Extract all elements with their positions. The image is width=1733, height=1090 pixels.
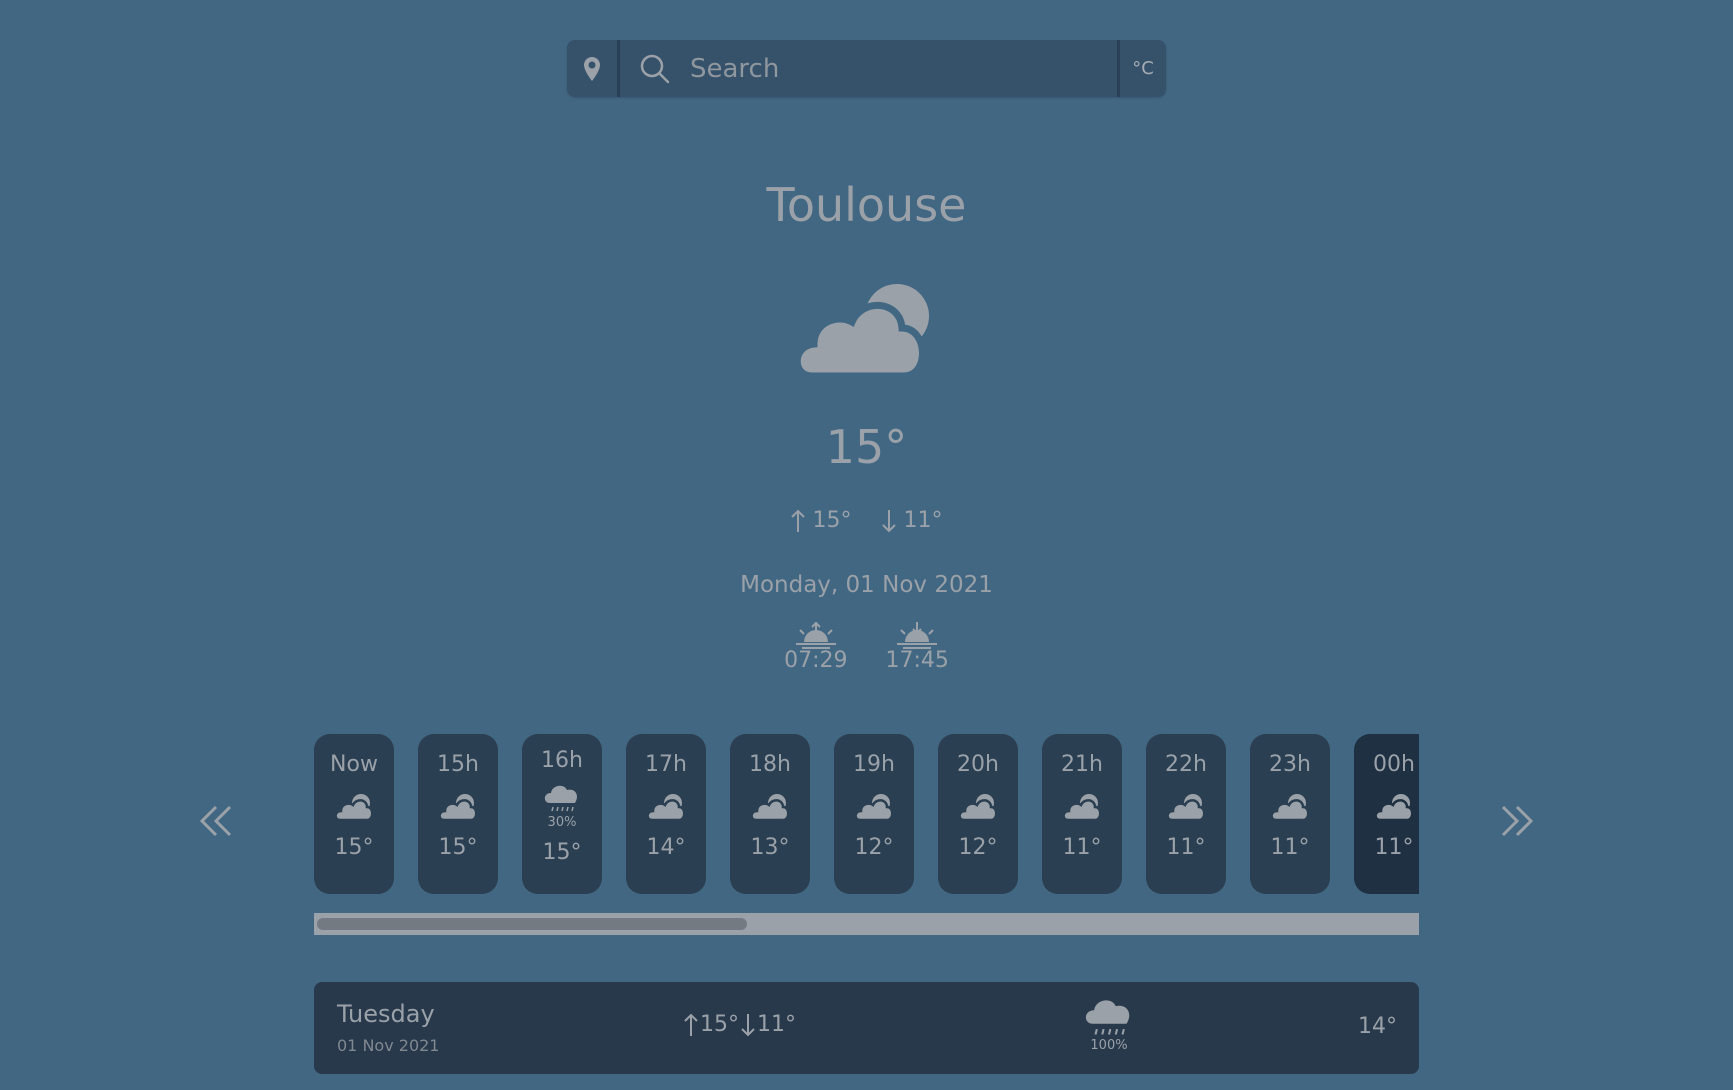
hour-time: 00h: [1373, 752, 1415, 777]
hour-time: 15h: [437, 752, 479, 777]
hour-temp: 15°: [542, 840, 582, 865]
location-pin-icon: [584, 56, 600, 81]
cloudy-icon: [854, 794, 894, 821]
current-date: Monday, 01 Nov 2021: [740, 572, 993, 598]
search-input[interactable]: [688, 52, 1117, 85]
cloudy-icon: [1270, 794, 1310, 821]
high-low: 15° 11°: [0, 508, 1733, 533]
cloudy-icon: [334, 794, 374, 821]
hour-temp: 12°: [958, 835, 998, 860]
hour-time: 16h: [541, 748, 583, 773]
hour-temp: 13°: [750, 835, 790, 860]
hour-temp: 11°: [1062, 835, 1102, 860]
hour-card[interactable]: 20h 12°: [938, 734, 1018, 894]
hour-precip: 30%: [547, 815, 577, 830]
hour-time: 22h: [1165, 752, 1207, 777]
cloudy-icon: [958, 794, 998, 821]
scrollbar-thumb[interactable]: [317, 918, 747, 930]
hour-time: 23h: [1269, 752, 1311, 777]
cloudy-icon: [646, 794, 686, 821]
hour-card[interactable]: 23h 11°: [1250, 734, 1330, 894]
location-button[interactable]: [567, 40, 620, 97]
hour-time: 18h: [749, 752, 791, 777]
cloudy-icon: [750, 794, 790, 821]
cloudy-icon: [1166, 794, 1206, 821]
arrow-up-icon: [790, 509, 805, 532]
hour-card[interactable]: 22h 11°: [1146, 734, 1226, 894]
sunrise-time: 07:29: [784, 648, 848, 673]
arrow-up-icon: [684, 1013, 698, 1036]
rain-icon: [1085, 1000, 1130, 1035]
hour-card[interactable]: 00h 11°: [1354, 734, 1419, 894]
hour-card[interactable]: 18h 13°: [730, 734, 810, 894]
hour-time: 19h: [853, 752, 895, 777]
sunset-icon: [897, 622, 938, 649]
hour-temp: 11°: [1374, 835, 1414, 860]
day-weather: 100%: [1082, 994, 1136, 1053]
day-name: Tuesday: [337, 1000, 435, 1028]
day-precip: 100%: [1090, 1038, 1128, 1053]
hour-card[interactable]: 17h 14°: [626, 734, 706, 894]
hour-time: 17h: [645, 752, 687, 777]
hour-card[interactable]: Now 15°: [314, 734, 394, 894]
unit-toggle-button[interactable]: °C: [1117, 40, 1166, 97]
day-temp: 14°: [1358, 1014, 1397, 1039]
hour-card[interactable]: 19h 12°: [834, 734, 914, 894]
rain-icon: [544, 785, 578, 812]
hourly-forecast: Now 15° 15h 15° 16h 30% 15° 17h 14° 18h …: [314, 734, 1419, 896]
hourly-scrollbar[interactable]: [314, 913, 1419, 935]
sunrise: 07:29: [784, 620, 848, 673]
cloudy-icon: [1062, 794, 1102, 821]
hour-card[interactable]: 15h 15°: [418, 734, 498, 894]
hour-temp: 11°: [1166, 835, 1206, 860]
daily-forecast-row[interactable]: Tuesday 01 Nov 2021 15° 11° 100% 14°: [314, 982, 1419, 1074]
sunset: 17:45: [886, 620, 949, 673]
scroll-right-button[interactable]: [1497, 804, 1537, 838]
hour-time: Now: [330, 752, 378, 777]
high-temp: 15°: [790, 508, 852, 533]
cloudy-icon: [438, 794, 478, 821]
arrow-down-icon: [741, 1013, 755, 1036]
hour-temp: 15°: [334, 835, 374, 860]
arrow-down-icon: [881, 509, 896, 532]
sun-times: 07:29 17:45: [0, 620, 1733, 673]
cloudy-icon: [1374, 794, 1414, 821]
high-temp-value: 15°: [812, 508, 852, 533]
sunset-time: 17:45: [885, 648, 949, 673]
day-high-low: 15° 11°: [684, 1012, 796, 1037]
hour-time: 20h: [957, 752, 999, 777]
hour-temp: 14°: [646, 835, 686, 860]
hour-time: 21h: [1061, 752, 1103, 777]
day-low: 11°: [757, 1012, 796, 1037]
day-date: 01 Nov 2021: [337, 1036, 440, 1055]
hour-temp: 11°: [1270, 835, 1310, 860]
hour-card[interactable]: 21h 11°: [1042, 734, 1122, 894]
scroll-left-button[interactable]: [196, 804, 236, 838]
hour-card[interactable]: 16h 30% 15°: [522, 734, 602, 894]
low-temp: 11°: [881, 508, 943, 533]
search-field: [620, 40, 1117, 97]
day-high: 15°: [700, 1012, 739, 1037]
current-temperature: 15°: [825, 420, 908, 474]
search-bar: °C: [567, 40, 1166, 97]
hour-temp: 12°: [854, 835, 894, 860]
search-icon: [640, 54, 670, 83]
low-temp-value: 11°: [903, 508, 943, 533]
sunrise-icon: [795, 621, 836, 649]
partly-cloudy-icon: [793, 284, 929, 378]
city-name: Toulouse: [766, 178, 967, 232]
hour-temp: 15°: [438, 835, 478, 860]
